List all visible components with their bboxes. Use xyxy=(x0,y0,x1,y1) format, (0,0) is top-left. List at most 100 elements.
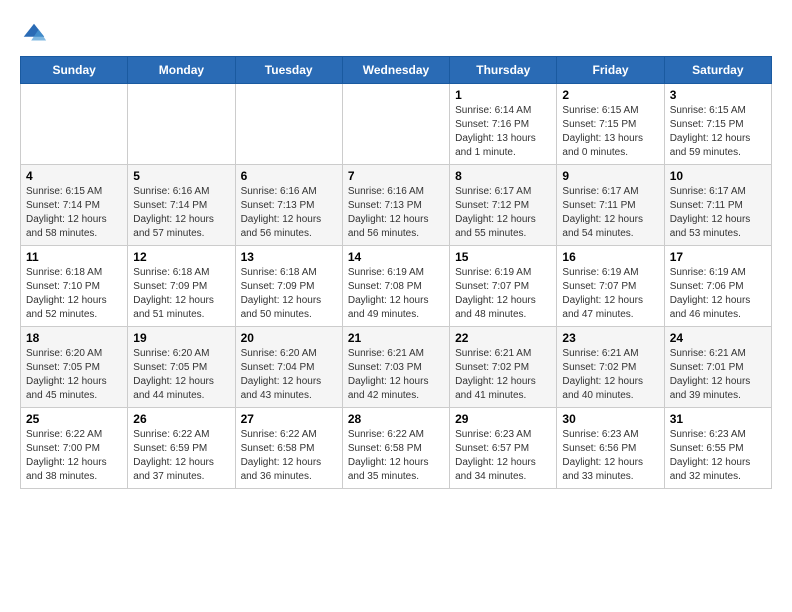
day-number: 29 xyxy=(455,412,551,426)
day-cell: 23Sunrise: 6:21 AM Sunset: 7:02 PM Dayli… xyxy=(557,327,664,408)
day-info: Sunrise: 6:18 AM Sunset: 7:09 PM Dayligh… xyxy=(133,266,229,322)
day-number: 8 xyxy=(455,169,551,183)
day-info: Sunrise: 6:21 AM Sunset: 7:02 PM Dayligh… xyxy=(455,347,551,403)
day-cell: 1Sunrise: 6:14 AM Sunset: 7:16 PM Daylig… xyxy=(450,84,557,165)
day-info: Sunrise: 6:15 AM Sunset: 7:15 PM Dayligh… xyxy=(562,104,658,160)
day-cell: 28 Sunrise: 6:22 AM Sunset: 6:58 PM Dayli… xyxy=(342,408,449,489)
day-cell xyxy=(21,84,128,165)
day-number: 19 xyxy=(133,331,229,345)
day-info: Sunrise: 6:23 AM Sunset: 6:57 PM Dayligh… xyxy=(455,428,551,484)
day-number: 5 xyxy=(133,169,229,183)
week-row-5: 25 Sunrise: 6:22 AM Sunset: 7:00 PM Dayli… xyxy=(21,408,772,489)
week-row-3: 11Sunrise: 6:18 AM Sunset: 7:10 PM Dayli… xyxy=(21,246,772,327)
day-info: Sunrise: 6:19 AM Sunset: 7:07 PM Dayligh… xyxy=(562,266,658,322)
day-cell: 20 Sunrise: 6:20 AM Sunset: 7:04 PM Dayli… xyxy=(235,327,342,408)
day-number: 9 xyxy=(562,169,658,183)
day-cell xyxy=(128,84,235,165)
day-cell: 6 Sunrise: 6:16 AM Sunset: 7:13 PM Daylig… xyxy=(235,165,342,246)
calendar-body: 1Sunrise: 6:14 AM Sunset: 7:16 PM Daylig… xyxy=(21,84,772,489)
weekday-header-wednesday: Wednesday xyxy=(342,57,449,84)
day-number: 27 xyxy=(241,412,337,426)
day-number: 15 xyxy=(455,250,551,264)
day-cell: 25 Sunrise: 6:22 AM Sunset: 7:00 PM Dayli… xyxy=(21,408,128,489)
day-cell: 31Sunrise: 6:23 AM Sunset: 6:55 PM Dayli… xyxy=(664,408,771,489)
day-cell: 15 Sunrise: 6:19 AM Sunset: 7:07 PM Dayli… xyxy=(450,246,557,327)
day-cell: 13 Sunrise: 6:18 AM Sunset: 7:09 PM Dayli… xyxy=(235,246,342,327)
day-cell: 30 Sunrise: 6:23 AM Sunset: 6:56 PM Dayli… xyxy=(557,408,664,489)
day-info: Sunrise: 6:22 AM Sunset: 7:00 PM Dayligh… xyxy=(26,428,122,484)
logo xyxy=(20,20,52,48)
day-number: 12 xyxy=(133,250,229,264)
day-cell: 2 Sunrise: 6:15 AM Sunset: 7:15 PM Daylig… xyxy=(557,84,664,165)
day-cell: 19 Sunrise: 6:20 AM Sunset: 7:05 PM Dayli… xyxy=(128,327,235,408)
logo-icon xyxy=(20,20,48,48)
week-row-2: 4 Sunrise: 6:15 AM Sunset: 7:14 PM Daylig… xyxy=(21,165,772,246)
day-number: 23 xyxy=(562,331,658,345)
day-cell: 16 Sunrise: 6:19 AM Sunset: 7:07 PM Dayli… xyxy=(557,246,664,327)
day-info: Sunrise: 6:15 AM Sunset: 7:15 PM Dayligh… xyxy=(670,104,766,160)
day-info: Sunrise: 6:18 AM Sunset: 7:09 PM Dayligh… xyxy=(241,266,337,322)
day-cell xyxy=(235,84,342,165)
day-number: 30 xyxy=(562,412,658,426)
day-info: Sunrise: 6:17 AM Sunset: 7:12 PM Dayligh… xyxy=(455,185,551,241)
weekday-header-sunday: Sunday xyxy=(21,57,128,84)
day-info: Sunrise: 6:23 AM Sunset: 6:56 PM Dayligh… xyxy=(562,428,658,484)
day-cell: 7Sunrise: 6:16 AM Sunset: 7:13 PM Daylig… xyxy=(342,165,449,246)
day-cell: 26Sunrise: 6:22 AM Sunset: 6:59 PM Dayli… xyxy=(128,408,235,489)
day-number: 22 xyxy=(455,331,551,345)
calendar-header: SundayMondayTuesdayWednesdayThursdayFrid… xyxy=(21,57,772,84)
day-info: Sunrise: 6:14 AM Sunset: 7:16 PM Dayligh… xyxy=(455,104,551,160)
day-number: 10 xyxy=(670,169,766,183)
day-info: Sunrise: 6:23 AM Sunset: 6:55 PM Dayligh… xyxy=(670,428,766,484)
day-number: 17 xyxy=(670,250,766,264)
weekday-header-thursday: Thursday xyxy=(450,57,557,84)
day-info: Sunrise: 6:20 AM Sunset: 7:05 PM Dayligh… xyxy=(133,347,229,403)
day-cell: 12 Sunrise: 6:18 AM Sunset: 7:09 PM Dayli… xyxy=(128,246,235,327)
day-info: Sunrise: 6:19 AM Sunset: 7:06 PM Dayligh… xyxy=(670,266,766,322)
day-number: 24 xyxy=(670,331,766,345)
day-info: Sunrise: 6:21 AM Sunset: 7:03 PM Dayligh… xyxy=(348,347,444,403)
weekday-header-friday: Friday xyxy=(557,57,664,84)
day-number: 28 xyxy=(348,412,444,426)
day-number: 2 xyxy=(562,88,658,102)
day-number: 14 xyxy=(348,250,444,264)
day-cell: 11Sunrise: 6:18 AM Sunset: 7:10 PM Dayli… xyxy=(21,246,128,327)
day-number: 18 xyxy=(26,331,122,345)
day-info: Sunrise: 6:16 AM Sunset: 7:13 PM Dayligh… xyxy=(241,185,337,241)
day-cell: 9Sunrise: 6:17 AM Sunset: 7:11 PM Daylig… xyxy=(557,165,664,246)
day-info: Sunrise: 6:21 AM Sunset: 7:01 PM Dayligh… xyxy=(670,347,766,403)
day-info: Sunrise: 6:20 AM Sunset: 7:05 PM Dayligh… xyxy=(26,347,122,403)
day-number: 26 xyxy=(133,412,229,426)
day-info: Sunrise: 6:18 AM Sunset: 7:10 PM Dayligh… xyxy=(26,266,122,322)
day-info: Sunrise: 6:19 AM Sunset: 7:08 PM Dayligh… xyxy=(348,266,444,322)
day-info: Sunrise: 6:17 AM Sunset: 7:11 PM Dayligh… xyxy=(670,185,766,241)
day-info: Sunrise: 6:20 AM Sunset: 7:04 PM Dayligh… xyxy=(241,347,337,403)
day-cell: 29 Sunrise: 6:23 AM Sunset: 6:57 PM Dayli… xyxy=(450,408,557,489)
day-number: 13 xyxy=(241,250,337,264)
day-info: Sunrise: 6:15 AM Sunset: 7:14 PM Dayligh… xyxy=(26,185,122,241)
day-number: 20 xyxy=(241,331,337,345)
day-info: Sunrise: 6:16 AM Sunset: 7:13 PM Dayligh… xyxy=(348,185,444,241)
calendar-table: SundayMondayTuesdayWednesdayThursdayFrid… xyxy=(20,56,772,489)
day-number: 3 xyxy=(670,88,766,102)
day-cell: 3 Sunrise: 6:15 AM Sunset: 7:15 PM Daylig… xyxy=(664,84,771,165)
day-cell: 27Sunrise: 6:22 AM Sunset: 6:58 PM Dayli… xyxy=(235,408,342,489)
day-cell: 22 Sunrise: 6:21 AM Sunset: 7:02 PM Dayli… xyxy=(450,327,557,408)
day-number: 4 xyxy=(26,169,122,183)
day-cell: 4 Sunrise: 6:15 AM Sunset: 7:14 PM Daylig… xyxy=(21,165,128,246)
weekday-row: SundayMondayTuesdayWednesdayThursdayFrid… xyxy=(21,57,772,84)
week-row-1: 1Sunrise: 6:14 AM Sunset: 7:16 PM Daylig… xyxy=(21,84,772,165)
day-number: 25 xyxy=(26,412,122,426)
day-cell: 21Sunrise: 6:21 AM Sunset: 7:03 PM Dayli… xyxy=(342,327,449,408)
weekday-header-saturday: Saturday xyxy=(664,57,771,84)
day-number: 6 xyxy=(241,169,337,183)
day-cell: 24 Sunrise: 6:21 AM Sunset: 7:01 PM Dayli… xyxy=(664,327,771,408)
weekday-header-monday: Monday xyxy=(128,57,235,84)
day-info: Sunrise: 6:16 AM Sunset: 7:14 PM Dayligh… xyxy=(133,185,229,241)
week-row-4: 18 Sunrise: 6:20 AM Sunset: 7:05 PM Dayli… xyxy=(21,327,772,408)
day-info: Sunrise: 6:22 AM Sunset: 6:58 PM Dayligh… xyxy=(348,428,444,484)
day-cell: 8 Sunrise: 6:17 AM Sunset: 7:12 PM Daylig… xyxy=(450,165,557,246)
day-number: 16 xyxy=(562,250,658,264)
day-cell: 5 Sunrise: 6:16 AM Sunset: 7:14 PM Daylig… xyxy=(128,165,235,246)
day-info: Sunrise: 6:19 AM Sunset: 7:07 PM Dayligh… xyxy=(455,266,551,322)
